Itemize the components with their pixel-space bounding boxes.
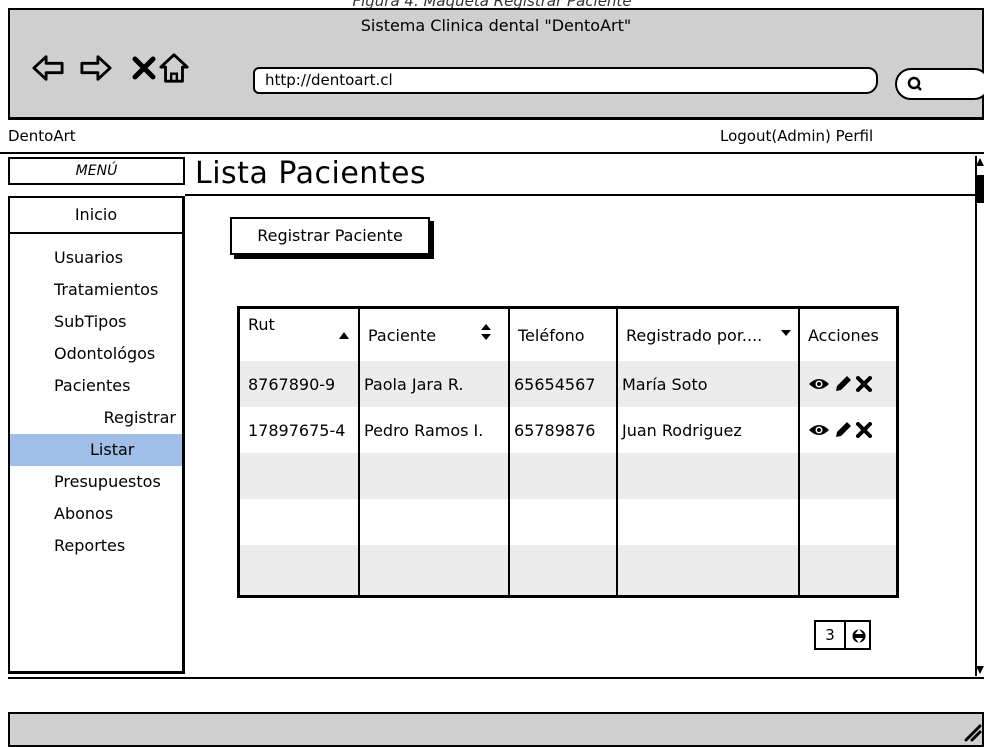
page-number: 3 [816,622,846,648]
page-title: Lista Pacientes [195,156,427,191]
cell-telefono: 65789876 [514,420,596,440]
column-header-paciente[interactable]: Paciente [360,309,508,361]
cell-rut: 17897675-4 [248,420,346,440]
title-divider [185,194,975,196]
scroll-down-arrow-icon[interactable] [976,666,984,674]
column-header-registrado-por[interactable]: Registrado por.... [618,309,798,361]
browser-status-bar [8,712,984,747]
edit-pencil-icon[interactable] [834,421,852,439]
cell-registrado-por: Juan Rodriguez [622,420,742,440]
home-icon[interactable] [158,52,190,84]
browser-search-field[interactable] [895,68,984,100]
sidebar-item-abonos[interactable]: Abonos [10,498,182,530]
cell-paciente: Pedro Ramos I. [364,420,484,440]
stepper-arrows-icon[interactable] [852,625,866,647]
sidebar-subitem-registrar[interactable]: Registrar [10,402,182,434]
delete-x-icon[interactable] [856,376,872,392]
page-stepper[interactable]: 3 [814,620,871,650]
sidebar-item-odontologos[interactable]: Odontológos [10,338,182,370]
column-header-label: Rut [248,315,275,334]
scroll-up-arrow-icon[interactable] [976,158,984,166]
sidebar-item-subtipos[interactable]: SubTipos [10,306,182,338]
column-header-rut[interactable]: Rut [240,309,358,361]
column-divider [798,309,800,595]
sort-both-icon[interactable] [480,323,492,341]
sidebar-item-usuarios[interactable]: Usuarios [10,242,182,274]
column-divider [358,309,360,595]
view-eye-icon[interactable] [808,377,830,391]
back-arrow-icon[interactable] [32,52,64,84]
sidebar-item-pacientes[interactable]: Pacientes [10,370,182,402]
forward-arrow-icon[interactable] [80,52,112,84]
column-header-label: Acciones [808,325,879,345]
scroll-thumb[interactable] [977,175,984,203]
cell-registrado-por: María Soto [622,374,708,394]
cell-acciones [800,407,896,453]
cell-rut: 8767890-9 [248,374,336,394]
logout-profile-links[interactable]: Logout(Admin) Perfil [720,127,873,145]
edit-pencil-icon[interactable] [834,375,852,393]
stop-x-icon[interactable] [128,52,160,84]
app-header: DentoArt Logout(Admin) Perfil [0,122,984,154]
cell-telefono: 65654567 [514,374,596,394]
resize-grip-icon[interactable] [960,720,984,742]
column-divider [616,309,618,595]
sidebar-item-reportes[interactable]: Reportes [10,530,182,562]
cell-acciones [800,361,896,407]
column-header-label: Registrado por.... [626,325,763,345]
sidebar-item-tratamientos[interactable]: Tratamientos [10,274,182,306]
browser-toolbar: Sistema Clinica dental "DentoArt" http:/… [8,8,984,120]
url-input[interactable]: http://dentoart.cl [253,67,878,94]
brand-label: DentoArt [8,127,76,145]
sidebar-item-inicio[interactable]: Inicio [10,198,182,234]
view-eye-icon[interactable] [808,423,830,437]
vertical-scrollbar[interactable] [975,156,984,676]
patients-table: Rut Paciente Teléfono Registrado por....… [237,306,899,598]
page-footer [8,677,984,709]
column-header-acciones: Acciones [800,309,896,361]
column-header-telefono[interactable]: Teléfono [510,309,616,361]
register-patient-button[interactable]: Registrar Paciente [230,217,430,255]
cell-paciente: Paola Jara R. [364,374,464,394]
search-icon [907,76,922,91]
menu-title: MENÚ [8,157,185,185]
sidebar-subitem-listar[interactable]: Listar [10,434,182,466]
sidebar-item-presupuestos[interactable]: Presupuestos [10,466,182,498]
column-divider [508,309,510,595]
column-header-label: Teléfono [518,325,585,345]
dropdown-arrow-icon[interactable] [780,329,792,337]
delete-x-icon[interactable] [856,422,872,438]
column-header-label: Paciente [368,325,437,345]
sidebar: Inicio Usuarios Tratamientos SubTipos Od… [8,196,185,674]
sort-ascending-icon[interactable] [338,331,350,340]
window-title: Sistema Clinica dental "DentoArt" [360,16,632,35]
